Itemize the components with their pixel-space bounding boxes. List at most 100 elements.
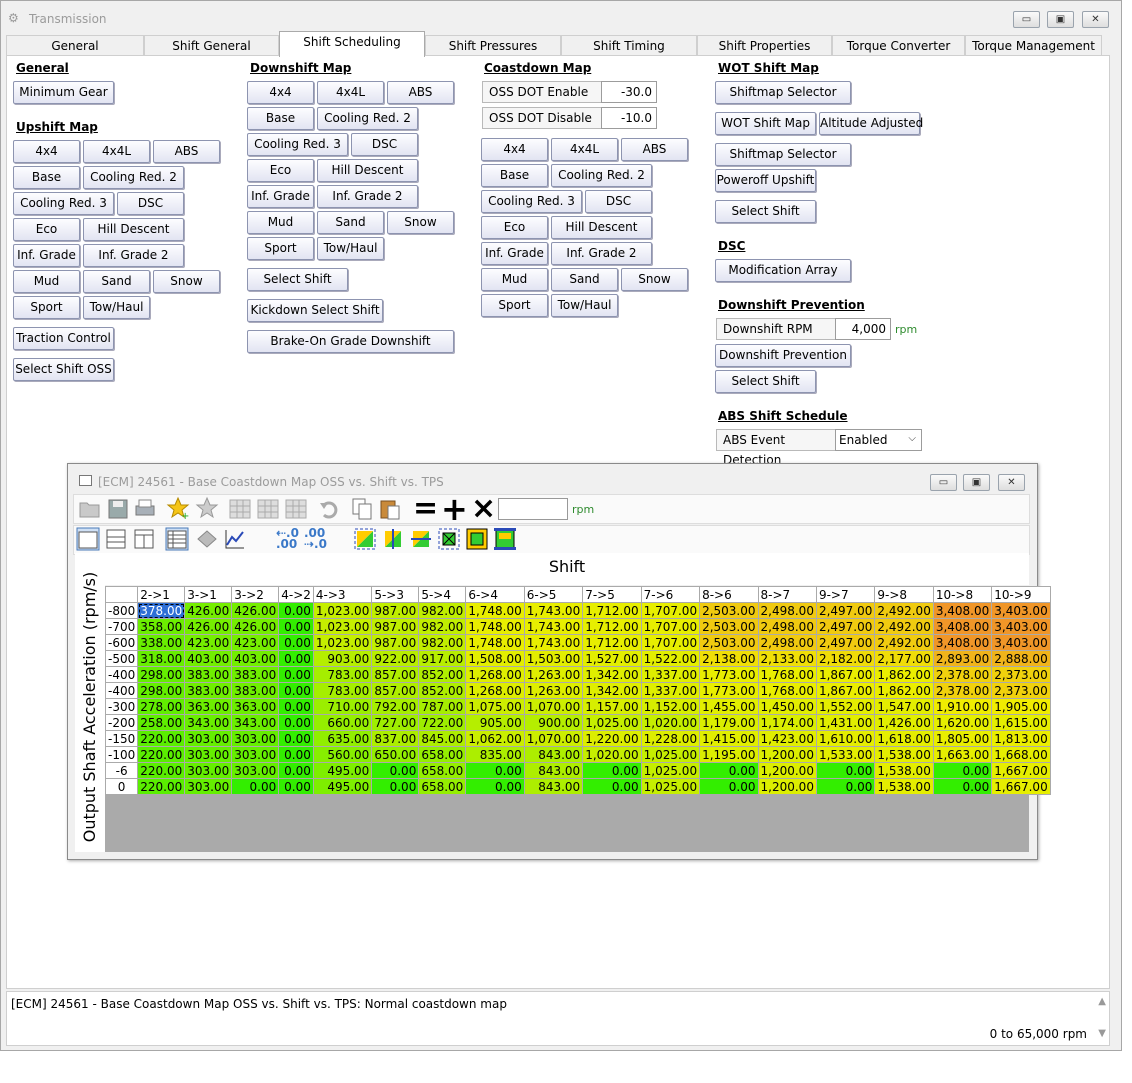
coastdown-mud-button[interactable]: Mud [481,268,548,291]
close-button[interactable]: ✕ [1082,11,1109,28]
split-vertical-icon[interactable] [132,527,156,551]
table-cell[interactable]: 2,498.00 [757,602,817,619]
table-cell[interactable]: 1,538.00 [874,746,934,763]
minimum-gear-button[interactable]: Minimum Gear [13,81,114,104]
table-cell[interactable]: 1,618.00 [874,730,934,747]
table-cell[interactable]: 3,408.00 [932,602,993,619]
table-compare-icon[interactable] [256,497,280,521]
table-cell[interactable]: 2,492.00 [874,634,934,651]
table-cell[interactable]: 1,805.00 [932,730,993,747]
table-cell[interactable]: 1,862.00 [874,682,934,699]
downshift-inf-grade-button[interactable]: Inf. Grade [247,185,314,208]
table-cell[interactable]: 220.00 [137,762,186,779]
table-cell[interactable]: 1,152.00 [640,698,701,715]
table-cell[interactable]: 258.00 [137,714,186,731]
downshift-cooling-red2-button[interactable]: Cooling Red. 2 [317,107,418,130]
table-cell[interactable]: 1,415.00 [699,730,759,747]
column-header[interactable]: 7->5 [582,586,642,603]
table-cell[interactable]: 0.00 [932,778,993,795]
row-header[interactable]: -400 [104,682,139,699]
table-cell[interactable]: 987.00 [371,634,420,651]
table-cell[interactable]: 0.00 [278,714,314,731]
add-favorite-icon[interactable]: + [166,496,190,520]
editor-minimize-button[interactable]: ▭ [930,474,957,491]
scroll-up-icon[interactable]: ▲ [1098,996,1106,1007]
upshift-cooling-red3-button[interactable]: Cooling Red. 3 [13,192,114,215]
table-cell[interactable]: 3,403.00 [991,602,1051,619]
row-header[interactable]: -100 [104,746,139,763]
table-cell[interactable]: 343.00 [231,714,280,731]
table-cell[interactable]: 2,497.00 [815,634,876,651]
print-icon[interactable] [133,497,157,521]
column-header[interactable]: 4->2 [278,586,314,603]
table-cell[interactable]: 1,431.00 [815,714,876,731]
table-cell[interactable]: 2,503.00 [699,618,759,635]
interpolate-horizontal-icon[interactable] [409,527,433,551]
table-cell[interactable]: 1,200.00 [757,762,817,779]
add-operator-button[interactable]: + [441,493,468,525]
column-header[interactable]: 6->5 [523,586,584,603]
table-cell[interactable]: 303.00 [184,778,233,795]
table-cell[interactable]: 383.00 [231,682,280,699]
table-cell[interactable]: 220.00 [137,730,186,747]
save-icon[interactable] [106,497,130,521]
upshift-inf-grade-button[interactable]: Inf. Grade [13,244,80,267]
table-cell[interactable]: 2,373.00 [991,666,1051,683]
table-cell[interactable]: 1,263.00 [523,682,584,699]
table-cell[interactable]: 378.00 [137,602,186,619]
table-cell[interactable]: 278.00 [137,698,186,715]
column-header[interactable]: 10->8 [932,586,993,603]
row-header[interactable]: -700 [104,618,139,635]
table-cell[interactable]: 0.00 [465,762,525,779]
table-cell[interactable]: 0.00 [278,682,314,699]
prevention-select-shift-button[interactable]: Select Shift [715,370,816,393]
coastdown-4x4-button[interactable]: 4x4 [481,138,548,161]
oss-dot-enable-field[interactable]: -30.0 [601,81,657,103]
surface-3d-icon[interactable] [195,527,219,551]
paste-icon[interactable] [378,497,402,521]
table-cell[interactable]: 1,547.00 [874,698,934,715]
table-cell[interactable]: 2,498.00 [757,618,817,635]
downshift-snow-button[interactable]: Snow [387,211,454,234]
table-cell[interactable]: 1,342.00 [582,666,642,683]
table-cell[interactable]: 1,455.00 [699,698,759,715]
upshift-4x4-button[interactable]: 4x4 [13,140,80,163]
upshift-dsc-button[interactable]: DSC [117,192,184,215]
table-cell[interactable]: 1,179.00 [699,714,759,731]
table-cell[interactable]: 0.00 [371,778,420,795]
table-cell[interactable]: 2,182.00 [815,650,876,667]
table-cell[interactable]: 1,773.00 [699,666,759,683]
coastdown-inf-grade-button[interactable]: Inf. Grade [481,242,548,265]
table-cell[interactable]: 0.00 [278,698,314,715]
row-header[interactable]: -400 [104,666,139,683]
upshift-base-button[interactable]: Base [13,166,80,189]
table-cell[interactable]: 426.00 [184,618,233,635]
downshift-cooling-red3-button[interactable]: Cooling Red. 3 [247,133,348,156]
shiftmap-selector-2-button[interactable]: Shiftmap Selector [715,143,851,166]
table-cell[interactable]: 403.00 [231,650,280,667]
restore-button[interactable]: ▣ [1047,11,1074,28]
table-cell[interactable]: 1,707.00 [640,634,701,651]
split-horizontal-icon[interactable] [104,527,128,551]
table-cell[interactable]: 710.00 [312,698,373,715]
table-view-icon[interactable] [228,497,252,521]
downshift-tow-haul-button[interactable]: Tow/Haul [317,237,384,260]
table-cell[interactable]: 1,023.00 [312,618,373,635]
coastdown-sport-button[interactable]: Sport [481,294,548,317]
table-cell[interactable]: 1,337.00 [640,666,701,683]
table-cell[interactable]: 857.00 [371,666,420,683]
table-cell[interactable]: 495.00 [312,778,373,795]
tab-shift-pressures[interactable]: Shift Pressures [425,35,561,56]
table-cell[interactable]: 1,508.00 [465,650,525,667]
downshift-sport-button[interactable]: Sport [247,237,314,260]
table-cell[interactable]: 1,268.00 [465,682,525,699]
table-cell[interactable]: 1,743.00 [523,602,584,619]
tab-shift-general[interactable]: Shift General [144,35,279,56]
upshift-abs-button[interactable]: ABS [153,140,220,163]
table-cell[interactable]: 1,712.00 [582,618,642,635]
table-cell[interactable]: 1,025.00 [640,778,701,795]
table-cell[interactable]: 1,610.00 [815,730,876,747]
downshift-eco-button[interactable]: Eco [247,159,314,182]
row-header[interactable]: -800 [104,602,139,619]
table-cell[interactable]: 338.00 [137,634,186,651]
